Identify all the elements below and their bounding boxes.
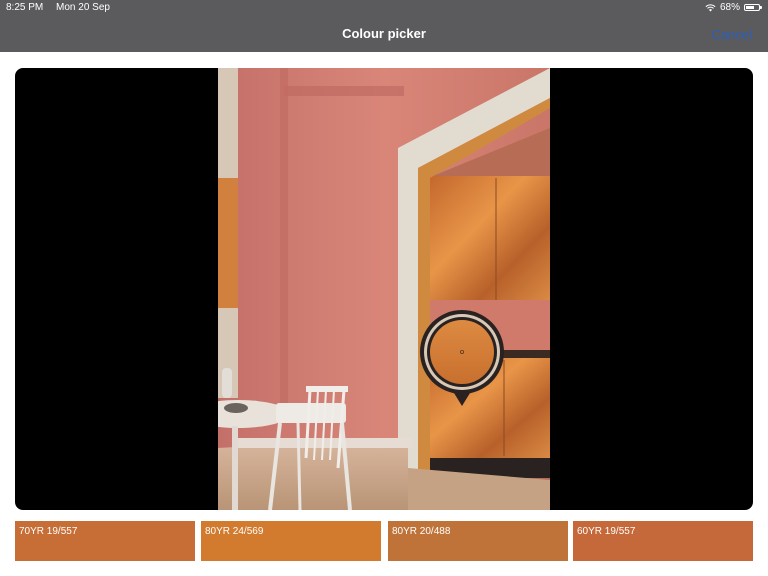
swatch-code: 70YR 19/557: [19, 526, 78, 537]
colour-swatch-4[interactable]: 60YR 19/557: [573, 521, 753, 561]
colour-swatch-1[interactable]: 70YR 19/557: [15, 521, 195, 561]
battery-percent: 68%: [719, 2, 740, 13]
photo-viewer[interactable]: [15, 68, 753, 510]
swatch-row: 70YR 19/557 80YR 24/569 80YR 20/488 60YR…: [15, 521, 753, 561]
swatch-code: 80YR 20/488: [392, 526, 451, 537]
cancel-button[interactable]: Cancel: [712, 27, 752, 42]
colour-swatch-3[interactable]: 80YR 20/488: [388, 521, 568, 561]
status-left: 8:25 PM Mon 20 Sep: [6, 2, 120, 13]
navigation-bar: Colour picker Cancel: [0, 16, 768, 52]
wifi-icon: [705, 3, 716, 12]
swatch-code: 60YR 19/557: [577, 526, 636, 537]
battery-icon: [744, 4, 762, 11]
status-right: 68%: [705, 2, 762, 13]
colour-swatch-2[interactable]: 80YR 24/569: [201, 521, 381, 561]
page-title: Colour picker: [342, 26, 426, 41]
status-date: Mon 20 Sep: [56, 2, 110, 13]
battery-fill: [746, 6, 755, 9]
status-time: 8:25 PM: [6, 2, 44, 13]
status-bar: 8:25 PM Mon 20 Sep 68%: [0, 0, 768, 16]
swatch-code: 80YR 24/569: [205, 526, 264, 537]
room-photo[interactable]: [218, 68, 550, 510]
